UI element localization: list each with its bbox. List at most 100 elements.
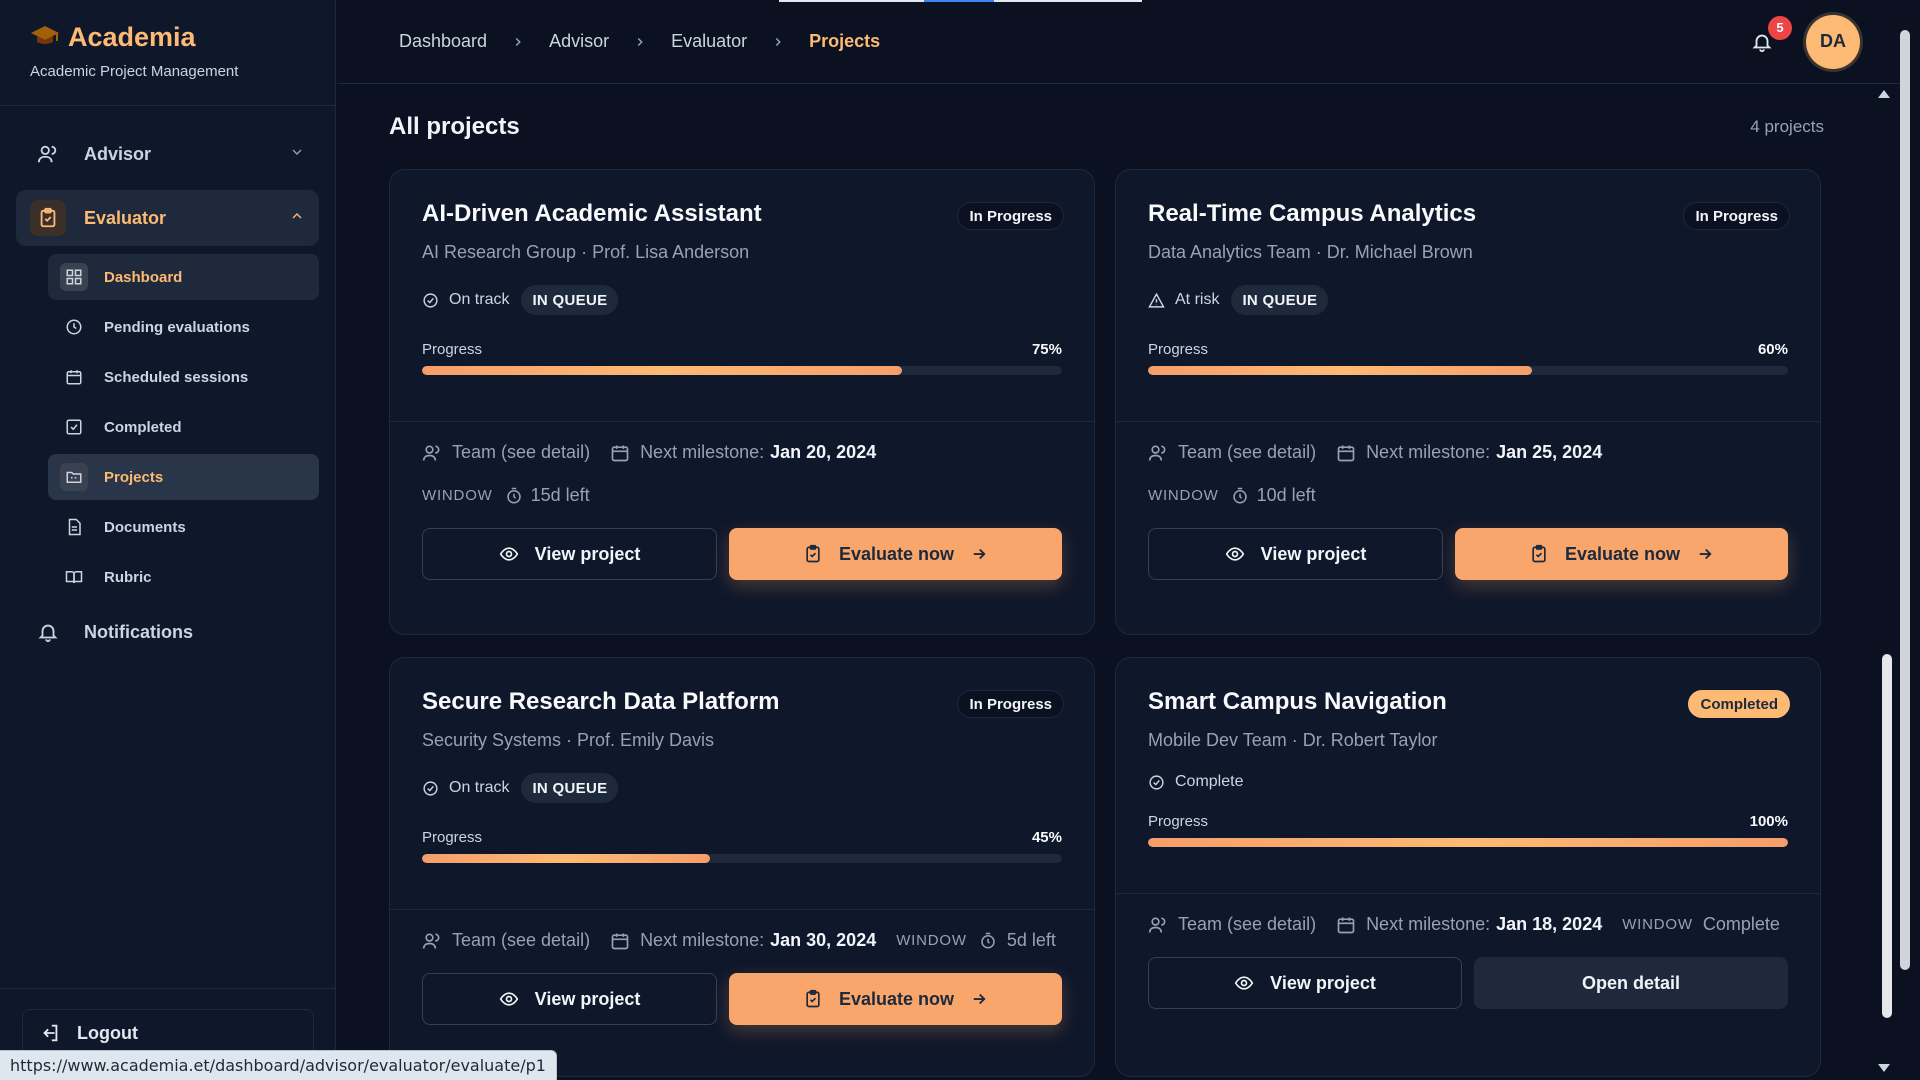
eye-icon xyxy=(1225,547,1244,561)
users-icon xyxy=(422,933,440,949)
evaluate-now-label: Evaluate now xyxy=(839,988,955,1009)
progress-fill xyxy=(422,854,710,863)
view-project-label: View project xyxy=(1260,543,1367,564)
window-label: WINDOW xyxy=(1622,916,1693,933)
progress-bar xyxy=(422,366,1062,375)
main-content: All projects 4 projects AI-Driven Academ… xyxy=(337,85,1877,1080)
window-scrollbar-thumb[interactable] xyxy=(1900,30,1910,970)
sidebar-item-rubric[interactable]: Rubric xyxy=(48,554,319,600)
progress-bar xyxy=(1148,366,1788,375)
sidebar-item-label: Documents xyxy=(104,518,186,536)
chevron-up-icon xyxy=(289,208,305,229)
users-icon xyxy=(30,136,66,172)
view-project-label: View project xyxy=(534,988,641,1009)
sidebar-item-notifications[interactable]: Notifications xyxy=(16,604,319,660)
progress-percent: 100% xyxy=(1749,813,1788,830)
team-label: Team (see detail) xyxy=(452,442,591,462)
window-row: WINDOW 10d left xyxy=(1148,485,1788,506)
progress-header: Progress 45% xyxy=(422,829,1062,846)
brand-title[interactable]: Academia xyxy=(68,22,196,53)
view-project-button[interactable]: View project xyxy=(422,973,718,1025)
meta-row: Team (see detail) Next milestone: Jan 20… xyxy=(422,442,1062,463)
sidebar-item-completed[interactable]: Completed xyxy=(48,404,319,450)
status-bar-url: https://www.academia.et/dashboard/adviso… xyxy=(0,1050,557,1080)
brand-subtitle: Academic Project Management xyxy=(30,63,239,80)
folder-icon xyxy=(60,463,88,491)
clipboard-icon xyxy=(806,544,820,563)
open-detail-button[interactable]: Open detail xyxy=(1474,957,1788,1009)
notifications-button[interactable]: 5 xyxy=(1746,15,1792,58)
view-project-label: View project xyxy=(1270,972,1376,993)
sidebar-item-label: Rubric xyxy=(104,568,152,586)
progress-header: Progress 100% xyxy=(1148,813,1788,830)
document-icon xyxy=(60,513,88,541)
calendar-icon xyxy=(1337,445,1355,461)
sidebar-item-documents[interactable]: Documents xyxy=(48,504,319,550)
timer-icon xyxy=(1232,487,1247,503)
sidebar-item-label: Completed xyxy=(104,418,182,436)
view-project-button[interactable]: View project xyxy=(1148,957,1462,1009)
check-square-icon xyxy=(60,413,88,441)
team-label: Team (see detail) xyxy=(1178,442,1317,462)
logout-label: Logout xyxy=(77,1022,138,1043)
breadcrumb-evaluator[interactable]: Evaluator xyxy=(671,31,747,52)
sidebar-item-pending-evaluations[interactable]: Pending evaluations xyxy=(48,304,319,350)
sidebar-item-label: Projects xyxy=(104,468,164,486)
evaluate-now-button[interactable]: Evaluate now xyxy=(729,973,1062,1025)
calendar-icon xyxy=(1337,917,1355,933)
arrow-right-icon xyxy=(1699,548,1712,560)
project-card: Smart Campus Navigation Mobile Dev Team … xyxy=(1115,657,1821,1077)
view-project-button[interactable]: View project xyxy=(422,528,718,580)
card-actions: View project Evaluate now xyxy=(422,973,1062,1025)
evaluate-now-label: Evaluate now xyxy=(839,543,955,564)
window-value: Complete xyxy=(1702,914,1780,934)
window-value: 5d left xyxy=(1006,930,1056,950)
brand: Academia Academic Project Management xyxy=(0,0,335,106)
users-icon xyxy=(422,445,440,461)
evaluate-now-button[interactable]: Evaluate now xyxy=(1455,528,1788,580)
milestone-date: Jan 25, 2024 xyxy=(1496,442,1603,462)
content-scrollbar-thumb[interactable] xyxy=(1882,654,1892,1018)
view-project-button[interactable]: View project xyxy=(1148,528,1444,580)
graduation-cap-icon xyxy=(30,22,60,53)
health-label: On track xyxy=(449,779,510,796)
project-card: Secure Research Data Platform Security S… xyxy=(389,657,1095,1077)
breadcrumb-dashboard[interactable]: Dashboard xyxy=(399,31,487,52)
avatar[interactable]: DA xyxy=(1806,14,1860,69)
breadcrumb-projects: Projects xyxy=(809,31,881,51)
check-circle-icon xyxy=(1149,774,1164,790)
sidebar-item-scheduled-sessions[interactable]: Scheduled sessions xyxy=(48,354,319,400)
window-label: WINDOW xyxy=(1148,487,1219,504)
chevron-right-icon xyxy=(511,35,525,49)
bell-icon xyxy=(30,614,66,650)
window-value: 15d left xyxy=(530,485,590,505)
sidebar-item-projects[interactable]: Projects xyxy=(48,454,319,500)
sidebar-item-label: Pending evaluations xyxy=(104,318,250,336)
sidebar-nav: Advisor Evaluator Dashboard Pending eval… xyxy=(0,106,335,660)
sidebar-item-label: Scheduled sessions xyxy=(104,368,249,386)
sidebar-item-dashboard[interactable]: Dashboard xyxy=(48,254,319,300)
chevron-right-icon xyxy=(633,35,647,49)
progress-percent: 45% xyxy=(1031,829,1062,846)
team-label: Team (see detail) xyxy=(1178,914,1317,934)
status-badge: In Progress xyxy=(957,690,1064,718)
sidebar-group-evaluator[interactable]: Evaluator xyxy=(16,190,319,246)
page-title: All projects xyxy=(389,113,520,140)
sidebar-group-advisor[interactable]: Advisor xyxy=(16,126,319,182)
page-loading-bar xyxy=(779,0,1142,2)
health-row: At risk IN QUEUE xyxy=(1148,285,1788,315)
evaluate-now-button[interactable]: Evaluate now xyxy=(729,528,1062,580)
project-subtitle: AI Research Group · Prof. Lisa Anderson xyxy=(422,242,750,262)
project-count: 4 projects xyxy=(1750,117,1824,136)
status-badge: Completed xyxy=(1688,690,1790,718)
progress-bar xyxy=(422,854,1062,863)
timer-icon xyxy=(506,487,521,503)
scroll-down-arrow[interactable] xyxy=(1878,1064,1890,1072)
check-circle-icon xyxy=(423,780,438,796)
project-card: Real-Time Campus Analytics Data Analytic… xyxy=(1115,169,1821,635)
calendar-icon xyxy=(60,363,88,391)
breadcrumb-advisor[interactable]: Advisor xyxy=(549,31,609,52)
sidebar-group-label: Advisor xyxy=(84,143,152,164)
scroll-up-arrow[interactable] xyxy=(1878,90,1890,98)
card-actions: View project Open detail xyxy=(1148,957,1788,1009)
